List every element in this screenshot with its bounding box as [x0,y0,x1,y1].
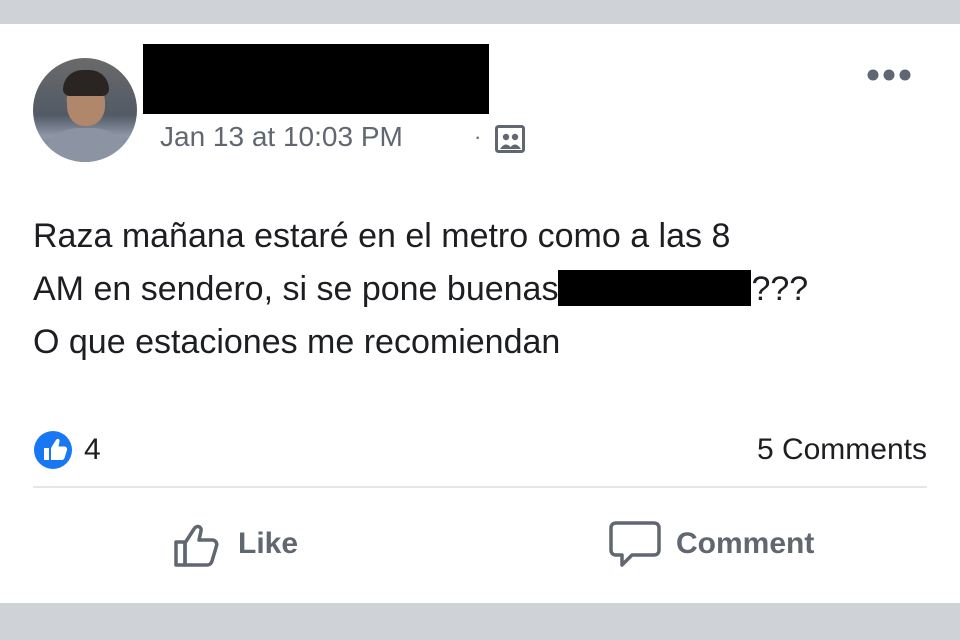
bottom-separator [0,603,960,640]
post-timestamp[interactable]: Jan 13 at 10:03 PM [160,120,403,154]
comment-icon [609,521,661,567]
divider [33,486,927,488]
redacted-author-name [143,44,489,114]
post-line-2: AM en sendero, si se pone buenas??? [33,263,933,316]
reaction-count[interactable]: 4 [84,430,101,470]
avatar-shirt [39,128,133,162]
post-line-2-end: ??? [751,270,809,308]
comment-button-label: Comment [676,527,815,560]
post-body: Raza mañana estaré en el metro como a la… [33,210,933,369]
post-line-2-start: AM en sendero, si se pone buenas [33,270,559,308]
redacted-text [558,270,752,306]
post-line-3: O que estaciones me recomiendan [33,323,561,361]
timestamp-separator: · [474,124,482,149]
thumbs-up-icon [174,524,219,567]
more-options-icon[interactable] [866,68,912,82]
like-button[interactable]: Like [172,516,298,572]
like-button-label: Like [238,527,299,560]
comments-count[interactable]: 5 Comments [757,430,927,470]
audience-icon[interactable] [495,125,525,153]
comment-button[interactable]: Comment [608,516,814,572]
post-line-1: Raza mañana estaré en el metro como a la… [33,217,731,255]
avatar[interactable] [33,58,137,162]
top-separator [0,0,960,24]
like-reaction-icon[interactable] [33,430,73,470]
post-card: Jan 13 at 10:03 PM · Raza mañana estaré … [0,24,960,603]
avatar-hair [63,70,109,96]
